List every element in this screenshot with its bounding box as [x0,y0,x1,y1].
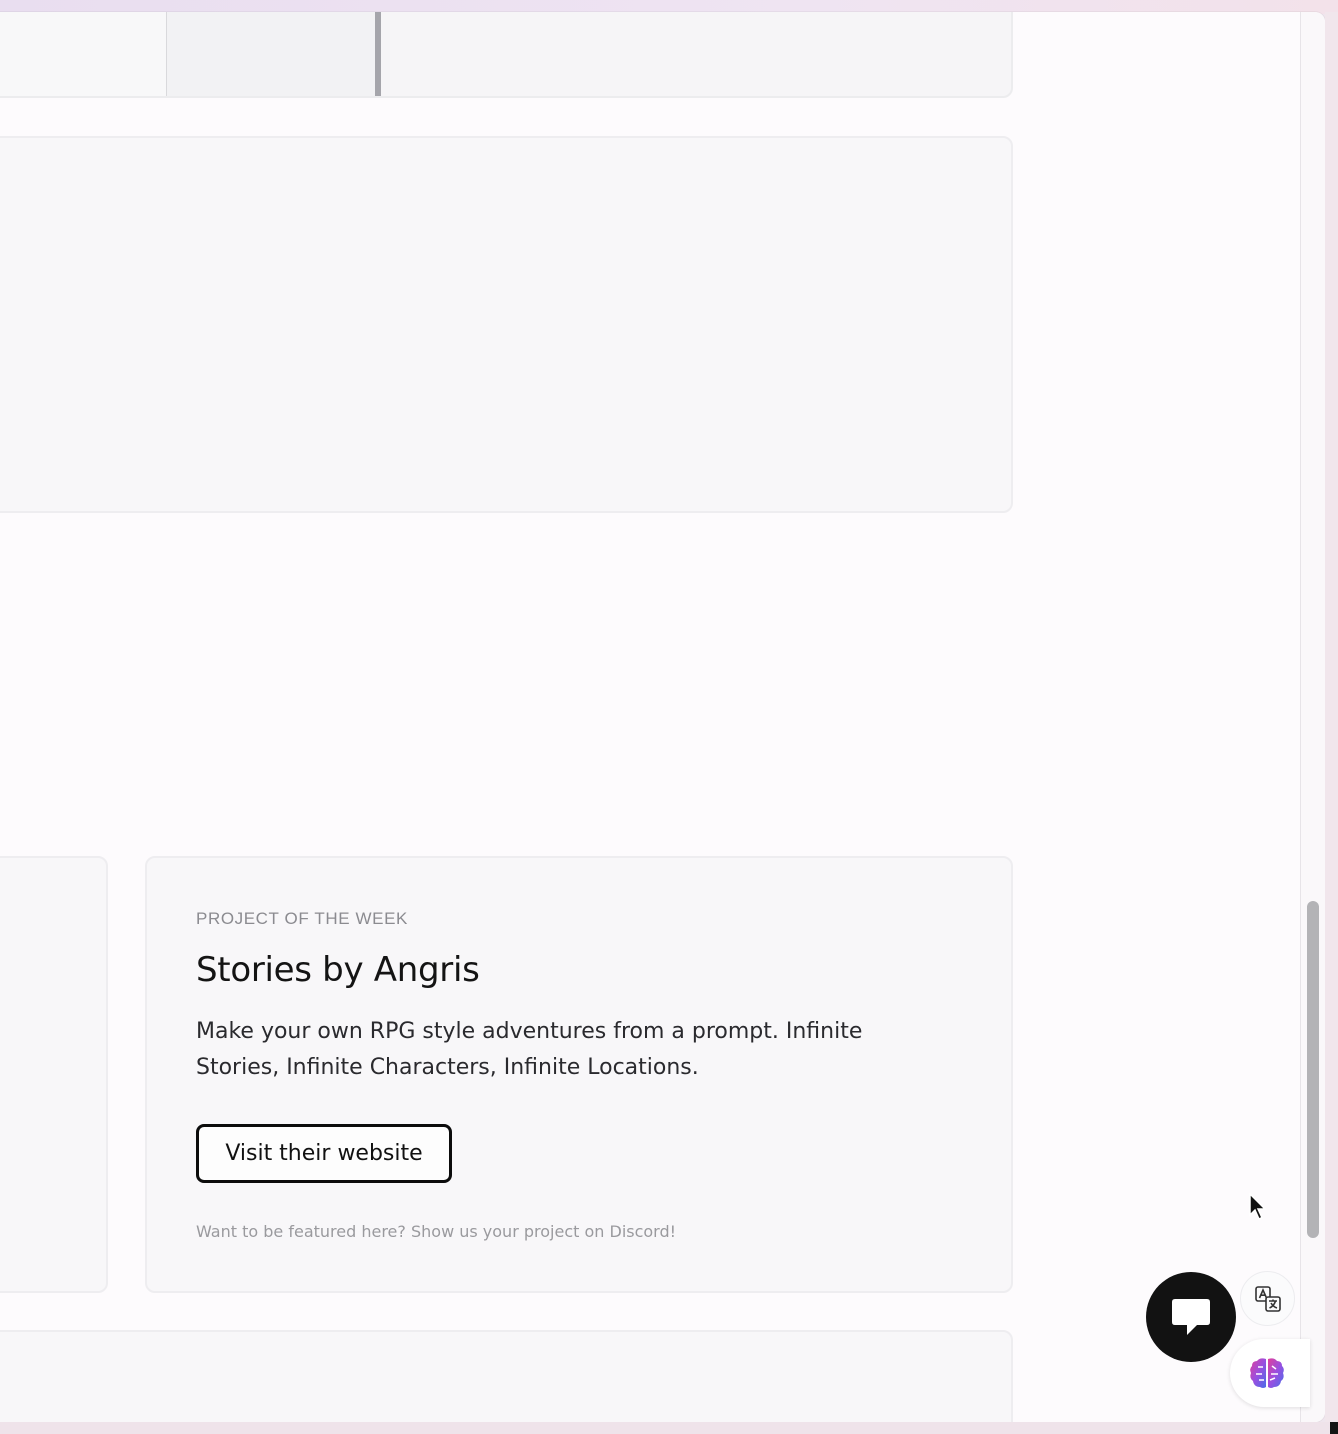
translate-button[interactable] [1240,1271,1295,1326]
project-of-the-week-card: PROJECT OF THE WEEK Stories by Angris Ma… [145,856,1013,1293]
tab-segment-2[interactable] [167,12,375,96]
window-frame-edge [1325,12,1338,1434]
chat-bubble-icon [1172,1299,1210,1335]
ai-assistant-button[interactable] [1230,1339,1310,1407]
page-viewport: PROJECT OF THE WEEK Stories by Angris Ma… [0,12,1325,1422]
feature-title: Stories by Angris [196,950,480,990]
brain-icon [1250,1358,1284,1388]
tab-segment-1[interactable] [0,12,167,96]
side-card [0,856,108,1293]
window-corner [1330,1422,1338,1434]
featured-note: Want to be featured here? Show us your p… [196,1222,677,1241]
top-tab-card [0,12,1013,98]
tab-divider-handle[interactable] [375,12,381,96]
mouse-cursor [1249,1193,1267,1221]
bottom-card [0,1330,1013,1422]
chat-button[interactable] [1146,1272,1236,1362]
scrollbar-thumb[interactable] [1307,901,1319,1238]
window-frame-bottom [0,1422,1338,1434]
feature-description: Make your own RPG style adventures from … [196,1019,863,1080]
translate-icon [1254,1285,1281,1312]
visit-website-button[interactable]: Visit their website [196,1124,452,1183]
feature-eyebrow: PROJECT OF THE WEEK [196,909,408,928]
content-card-empty [0,136,1013,513]
